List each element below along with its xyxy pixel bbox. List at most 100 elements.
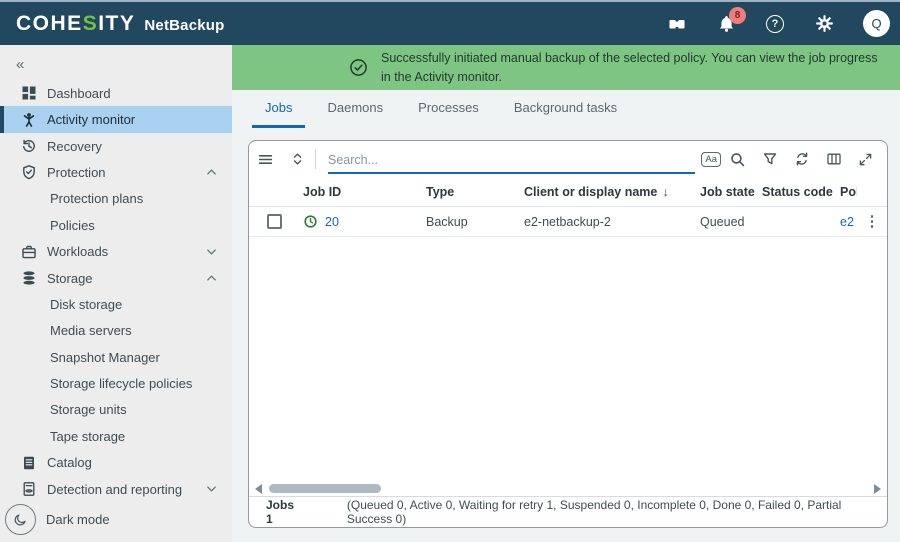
column-header-client[interactable]: Client or display name ↓ bbox=[524, 184, 694, 199]
success-banner: Successfully initiated manual backup of … bbox=[232, 45, 900, 90]
notifications-bell-icon[interactable]: 8 bbox=[716, 14, 736, 34]
job-policy-cell[interactable]: e2 bbox=[834, 215, 857, 229]
sidebar-item-label: Protection plans bbox=[50, 191, 143, 206]
tab-bar: Jobs Daemons Processes Background tasks bbox=[232, 90, 900, 128]
sidebar-item-label: Disk storage bbox=[50, 297, 122, 312]
sidebar-item-label: Tape storage bbox=[50, 429, 125, 444]
sidebar-item-activity-monitor[interactable]: Activity monitor bbox=[0, 106, 232, 132]
tab-processes[interactable]: Processes bbox=[405, 90, 492, 128]
column-header-job-id[interactable]: Job ID bbox=[299, 185, 424, 199]
ticket-icon[interactable] bbox=[667, 14, 687, 34]
chevron-down-icon bbox=[206, 485, 217, 493]
sidebar-item-label: Storage bbox=[47, 271, 93, 286]
success-check-icon bbox=[349, 58, 368, 77]
sidebar-item-policies[interactable]: Policies bbox=[0, 212, 232, 238]
recovery-icon bbox=[21, 138, 37, 154]
tab-background-tasks[interactable]: Background tasks bbox=[501, 90, 630, 128]
collapse-sidebar-icon: « bbox=[16, 56, 24, 73]
filter-icon[interactable] bbox=[762, 151, 778, 167]
sidebar-item-media-servers[interactable]: Media servers bbox=[0, 318, 232, 344]
sidebar-item-label: Storage lifecycle policies bbox=[50, 376, 192, 391]
search-field[interactable] bbox=[328, 148, 695, 174]
sidebar-item-label: Protection bbox=[47, 165, 106, 180]
toolbar-divider bbox=[315, 149, 316, 169]
sidebar-item-dashboard[interactable]: Dashboard bbox=[0, 80, 232, 106]
sidebar-item-workloads[interactable]: Workloads bbox=[0, 238, 232, 264]
sidebar-item-disk-storage[interactable]: Disk storage bbox=[0, 291, 232, 317]
moon-icon bbox=[5, 504, 36, 535]
scroll-right-icon[interactable] bbox=[874, 484, 881, 494]
job-type-cell: Backup bbox=[424, 215, 524, 229]
job-client-cell: e2-netbackup-2 bbox=[524, 215, 694, 229]
table-row[interactable]: 20 Backup e2-netbackup-2 Queued e2 ⋮ bbox=[249, 207, 887, 237]
dark-mode-label: Dark mode bbox=[46, 512, 110, 527]
horizontal-scrollbar-thumb[interactable] bbox=[269, 484, 381, 493]
sort-descending-icon[interactable]: ↓ bbox=[662, 184, 669, 199]
workloads-briefcase-icon bbox=[21, 244, 37, 260]
dark-mode-toggle[interactable]: Dark mode bbox=[0, 502, 232, 537]
activity-monitor-icon bbox=[21, 112, 37, 128]
job-state-cell: Queued bbox=[694, 215, 756, 229]
storage-disks-icon bbox=[21, 270, 37, 286]
scroll-left-icon[interactable] bbox=[255, 484, 262, 494]
tab-daemons[interactable]: Daemons bbox=[314, 90, 396, 128]
table-footer: Jobs 1 (Queued 0, Active 0, Waiting for … bbox=[249, 496, 887, 527]
dashboard-icon bbox=[21, 85, 37, 101]
column-header-type[interactable]: Type bbox=[424, 185, 524, 199]
sidebar-item-catalog[interactable]: Catalog bbox=[0, 450, 232, 476]
sidebar-item-label: Media servers bbox=[50, 323, 132, 338]
column-header-job-state[interactable]: Job state bbox=[694, 185, 756, 199]
success-banner-message: Successfully initiated manual backup of … bbox=[381, 49, 886, 85]
table-toolbar: Aa bbox=[249, 141, 887, 177]
search-icon[interactable] bbox=[729, 151, 746, 168]
case-sensitive-icon[interactable]: Aa bbox=[701, 152, 721, 167]
sidebar-item-label: Recovery bbox=[47, 139, 102, 154]
brand-logo: COHESITY NetBackup bbox=[16, 12, 225, 36]
notification-badge: 8 bbox=[729, 7, 746, 24]
sidebar-item-storage-lifecycle-policies[interactable]: Storage lifecycle policies bbox=[0, 370, 232, 396]
sidebar-item-protection-plans[interactable]: Protection plans bbox=[0, 186, 232, 212]
refresh-icon[interactable] bbox=[794, 151, 810, 167]
sidebar-item-label: Activity monitor bbox=[47, 112, 135, 127]
sort-rows-icon[interactable] bbox=[290, 151, 305, 167]
jobs-count: Jobs 1 bbox=[266, 498, 303, 526]
horizontal-scrollbar[interactable] bbox=[253, 480, 883, 496]
view-list-icon[interactable] bbox=[257, 151, 274, 168]
sidebar-item-label: Policies bbox=[50, 218, 95, 233]
sidebar-nav: « Dashboard Activity monitor Recovery Pr… bbox=[0, 45, 232, 542]
jobs-state-summary: (Queued 0, Active 0, Waiting for retry 1… bbox=[347, 498, 887, 526]
protection-shield-icon bbox=[21, 164, 37, 180]
column-header-status-code[interactable]: Status code bbox=[756, 185, 834, 199]
column-header-policy[interactable]: Policy bbox=[834, 185, 857, 199]
sidebar-item-protection[interactable]: Protection bbox=[0, 159, 232, 185]
chevron-down-icon bbox=[206, 248, 217, 256]
settings-gear-icon[interactable] bbox=[814, 14, 834, 34]
jobs-table-card: Aa Job ID Type Client or display name ↓ … bbox=[248, 140, 888, 528]
table-header-row: Job ID Type Client or display name ↓ Job… bbox=[249, 177, 887, 207]
sidebar-item-label: Workloads bbox=[47, 244, 108, 259]
search-input[interactable] bbox=[328, 153, 695, 167]
tab-jobs[interactable]: Jobs bbox=[252, 90, 305, 128]
sidebar-item-recovery[interactable]: Recovery bbox=[0, 133, 232, 159]
help-icon[interactable]: ? bbox=[765, 14, 785, 34]
sidebar-item-storage[interactable]: Storage bbox=[0, 265, 232, 291]
job-queued-clock-icon bbox=[303, 214, 318, 229]
job-id-link[interactable]: 20 bbox=[325, 215, 339, 229]
collapse-sidebar-button[interactable]: « bbox=[0, 53, 232, 76]
sidebar-item-detection-and-reporting[interactable]: Detection and reporting bbox=[0, 476, 232, 502]
sidebar-item-tape-storage[interactable]: Tape storage bbox=[0, 423, 232, 449]
sidebar-item-label: Detection and reporting bbox=[47, 482, 182, 497]
report-eye-icon bbox=[21, 481, 37, 497]
cohesity-logo: COHESITY bbox=[16, 12, 135, 36]
sidebar-item-storage-units[interactable]: Storage units bbox=[0, 397, 232, 423]
columns-icon[interactable] bbox=[826, 151, 842, 167]
overflow-menu-icon[interactable]: ⋮ bbox=[865, 214, 880, 229]
sidebar-item-label: Dashboard bbox=[47, 86, 111, 101]
top-bar: COHESITY NetBackup 8 ? Q bbox=[0, 0, 900, 45]
expand-fullscreen-icon[interactable] bbox=[858, 152, 873, 167]
chevron-up-icon bbox=[206, 168, 217, 176]
table-empty-space bbox=[249, 237, 887, 480]
row-checkbox[interactable] bbox=[267, 214, 282, 229]
user-avatar[interactable]: Q bbox=[863, 10, 890, 37]
sidebar-item-snapshot-manager[interactable]: Snapshot Manager bbox=[0, 344, 232, 370]
